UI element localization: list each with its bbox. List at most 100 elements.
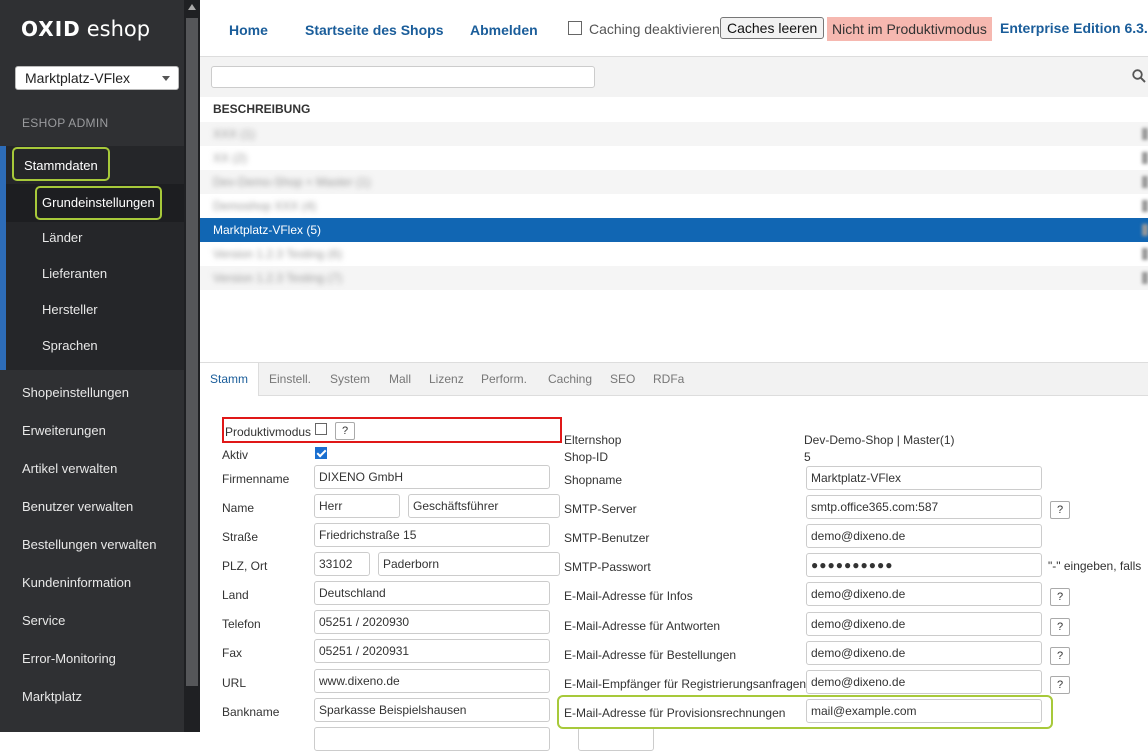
strasse-label: Straße — [222, 530, 259, 544]
smtp-password-label: SMTP-Passwort — [564, 560, 651, 574]
land-label: Land — [222, 588, 249, 602]
nav-benutzer[interactable]: Benutzer verwalten — [0, 488, 184, 526]
url-input[interactable]: www.dixeno.de — [314, 669, 550, 693]
oxid-logo: OXID eshop — [21, 17, 151, 41]
home-link[interactable]: Home — [229, 22, 268, 38]
nav-lieferanten[interactable]: Lieferanten — [42, 256, 107, 292]
email-bestellungen-help-button[interactable]: ? — [1050, 647, 1070, 665]
nav-service[interactable]: Service — [0, 602, 184, 640]
tab-einstell[interactable]: Einstell. — [259, 363, 321, 396]
name-title-input[interactable]: Geschäftsführer — [408, 494, 560, 518]
nav-erweiterungen[interactable]: Erweiterungen — [0, 412, 184, 450]
shopname-label: Shopname — [564, 473, 623, 487]
shop-select[interactable]: Marktplatz-VFlex — [15, 66, 179, 90]
nav-error-monitoring[interactable]: Error-Monitoring — [0, 640, 184, 678]
row-action-icon[interactable] — [1142, 128, 1148, 140]
nav-kundeninformation[interactable]: Kundeninformation — [0, 564, 184, 602]
fax-input[interactable]: 05251 / 2020931 — [314, 639, 550, 663]
nav-shopeinstellungen[interactable]: Shopeinstellungen — [0, 374, 184, 412]
email-antworten-input[interactable]: demo@dixeno.de — [806, 612, 1042, 636]
email-bestellungen-input[interactable]: demo@dixeno.de — [806, 641, 1042, 665]
tab-rdfa[interactable]: RDFa — [643, 363, 694, 396]
list-item[interactable]: Version 1.2.3 Testing (7) — [200, 266, 1148, 290]
fax-label: Fax — [222, 646, 243, 660]
land-input[interactable]: Deutschland — [314, 581, 550, 605]
list-item[interactable]: Marktplatz-VFlex (5) — [200, 218, 1148, 242]
email-provision-input[interactable]: mail@example.com — [806, 699, 1042, 723]
tab-perform[interactable]: Perform. — [471, 363, 537, 396]
bankname-input[interactable]: Sparkasse Beispielshausen — [314, 698, 550, 722]
nav-stammdaten[interactable]: Stammdaten — [12, 147, 110, 181]
email-antworten-help-button[interactable]: ? — [1050, 618, 1070, 636]
name-salutation-input[interactable]: Herr — [314, 494, 400, 518]
caching-checkbox[interactable] — [568, 21, 582, 35]
email-infos-input[interactable]: demo@dixeno.de — [806, 582, 1042, 606]
list-item[interactable]: XX (2) — [200, 146, 1148, 170]
email-bestellungen-label: E-Mail-Adresse für Bestellungen — [564, 648, 737, 662]
list-item[interactable]: Version 1.2.3 Testing (6) — [200, 242, 1148, 266]
email-registrierung-input[interactable]: demo@dixeno.de — [806, 670, 1042, 694]
abmelden-link[interactable]: Abmelden — [470, 22, 538, 38]
tab-caching[interactable]: Caching — [538, 363, 602, 396]
nav-laender[interactable]: Länder — [42, 220, 82, 256]
name-label: Name — [222, 501, 255, 515]
produktivmodus-help-button[interactable]: ? — [335, 422, 355, 440]
search-input[interactable] — [211, 66, 595, 88]
list-item-label: Version 1.2.3 Testing (7) — [213, 271, 343, 285]
row-action-icon[interactable] — [1142, 224, 1148, 236]
strasse-input[interactable]: Friedrichstraße 15 — [314, 523, 550, 547]
firmenname-input[interactable]: DIXENO GmbH — [314, 465, 550, 489]
tab-lizenz[interactable]: Lizenz — [419, 363, 474, 396]
elternshop-value: Dev-Demo-Shop | Master(1) — [804, 433, 955, 447]
smtp-server-input[interactable]: smtp.office365.com:587 — [806, 495, 1042, 519]
row-action-icon[interactable] — [1142, 272, 1148, 284]
caching-label: Caching deaktivieren — [589, 21, 720, 37]
tab-seo[interactable]: SEO — [600, 363, 645, 396]
row-action-icon[interactable] — [1142, 152, 1148, 164]
smtp-server-help-button[interactable]: ? — [1050, 501, 1070, 519]
url-label: URL — [222, 676, 247, 690]
telefon-input[interactable]: 05251 / 2020930 — [314, 610, 550, 634]
nav-hersteller[interactable]: Hersteller — [42, 292, 98, 328]
tab-mall[interactable]: Mall — [379, 363, 421, 396]
list-item[interactable]: XXX (1) — [200, 122, 1148, 146]
tab-bar: Stamm Einstell. System Mall Lizenz Perfo… — [200, 362, 1148, 397]
smtp-user-input[interactable]: demo@dixeno.de — [806, 524, 1042, 548]
row-action-icon[interactable] — [1142, 200, 1148, 212]
produktivmodus-checkbox[interactable] — [315, 423, 327, 435]
nav-marktplatz[interactable]: Marktplatz — [0, 678, 184, 716]
shopname-input[interactable]: Marktplatz-VFlex — [806, 466, 1042, 490]
row-action-icon[interactable] — [1142, 248, 1148, 260]
section-label: ESHOP ADMIN — [22, 116, 109, 130]
list-header-beschreibung[interactable]: BESCHREIBUNG — [200, 97, 1148, 122]
list-item[interactable]: Demoshop XXX (4) — [200, 194, 1148, 218]
clear-caches-button[interactable]: Caches leeren — [720, 17, 825, 39]
aktiv-checkbox[interactable] — [315, 447, 327, 459]
list-item[interactable]: Dev-Demo-Shop + Master (1) — [200, 170, 1148, 194]
tab-system[interactable]: System — [320, 363, 380, 396]
email-infos-help-button[interactable]: ? — [1050, 588, 1070, 606]
smtp-password-hint: "-" eingeben, falls — [1048, 559, 1142, 573]
scroll-up-icon[interactable] — [188, 4, 196, 10]
next-field-input[interactable] — [314, 727, 550, 751]
elternshop-label: Elternshop — [564, 433, 622, 447]
nav-bestellungen[interactable]: Bestellungen verwalten — [0, 526, 184, 564]
list-item-label: XXX (1) — [213, 127, 256, 141]
sidebar-scroll-thumb[interactable] — [186, 18, 198, 686]
produktivmodus-label: Produktivmodus — [225, 425, 312, 439]
nav-grundeinstellungen[interactable]: Grundeinstellungen — [35, 186, 162, 220]
smtp-password-input[interactable]: ●●●●●●●●●● — [806, 553, 1042, 577]
search-icon[interactable] — [1132, 69, 1146, 83]
nav-artikel[interactable]: Artikel verwalten — [0, 450, 184, 488]
shopid-value: 5 — [804, 450, 811, 464]
ort-input[interactable]: Paderborn — [378, 552, 560, 576]
nav-sprachen[interactable]: Sprachen — [42, 328, 98, 364]
next-field-input-2[interactable] — [578, 727, 654, 751]
list-item-label: Marktplatz-VFlex (5) — [213, 223, 322, 237]
startseite-link[interactable]: Startseite des Shops — [305, 22, 444, 38]
email-registrierung-help-button[interactable]: ? — [1050, 676, 1070, 694]
row-action-icon[interactable] — [1142, 176, 1148, 188]
plz-input[interactable]: 33102 — [314, 552, 370, 576]
tab-stamm[interactable]: Stamm — [200, 363, 260, 397]
email-antworten-label: E-Mail-Adresse für Antworten — [564, 619, 721, 633]
